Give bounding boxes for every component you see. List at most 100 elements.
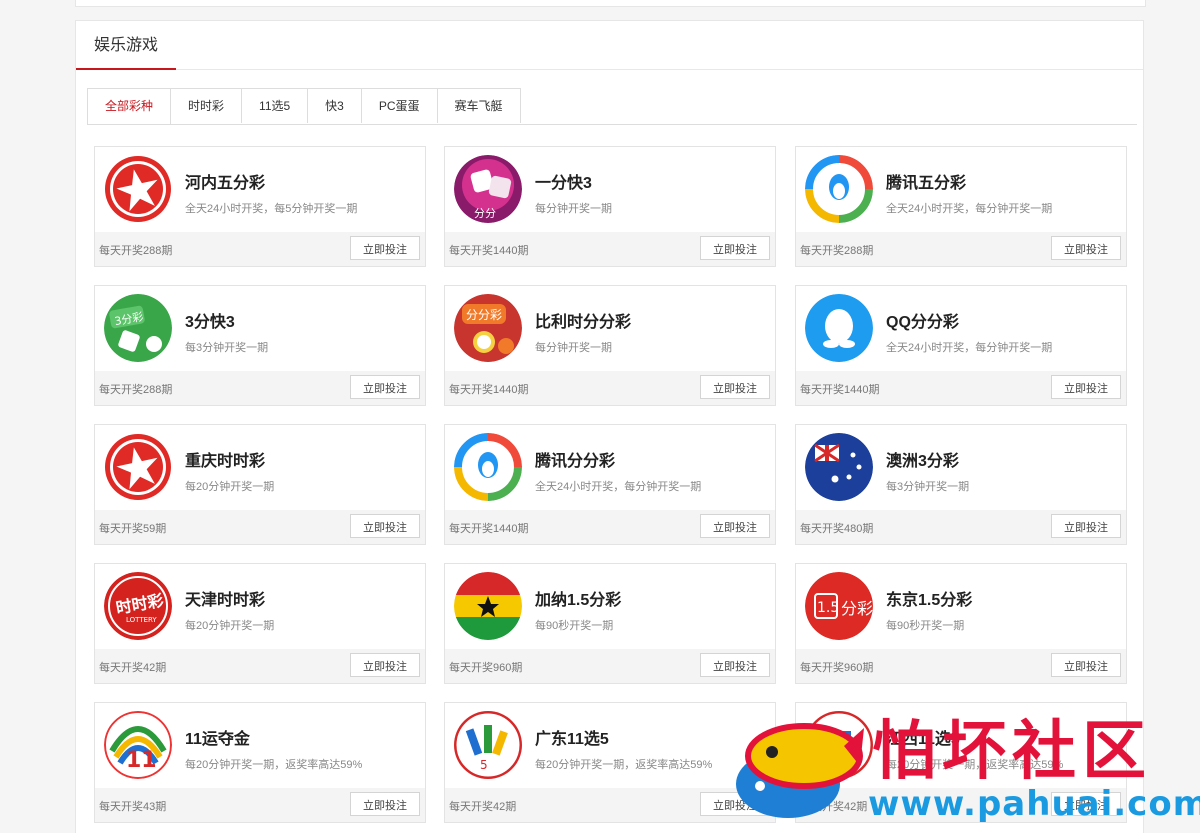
- top-panel-edge: [75, 0, 1146, 7]
- bet-now-button[interactable]: 立即投注: [350, 514, 420, 538]
- card-footer: 每天开奖1440期 立即投注: [796, 371, 1126, 405]
- kuai3-green-icon[interactable]: 3分彩: [104, 294, 172, 362]
- game-name[interactable]: 东京1.5分彩: [886, 586, 972, 610]
- game-name[interactable]: 江西11选5: [886, 725, 960, 749]
- game-name[interactable]: 加纳1.5分彩: [535, 586, 621, 610]
- svg-text:1.5: 1.5: [817, 600, 839, 616]
- tab-all[interactable]: 全部彩种: [87, 88, 172, 124]
- card-footer: 每天开奖1440期 立即投注: [445, 371, 775, 405]
- game-card[interactable]: 江西11选5 每20分钟开奖一期，返奖率高达59% 每天开奖42期 立即投注: [795, 702, 1127, 823]
- tab-shishicai[interactable]: 时时彩: [170, 88, 243, 123]
- game-card[interactable]: 1.5 分彩 东京1.5分彩每90秒开奖一期每天开奖960期 立即投注: [795, 563, 1127, 684]
- card-footer: 每天开奖42期 立即投注: [796, 788, 1126, 822]
- game-card[interactable]: 5 广东11选5 每20分钟开奖一期，返奖率高达59% 每天开奖42期 立即投注: [444, 702, 776, 823]
- daily-draw-count: 每天开奖1440期: [800, 384, 880, 396]
- tencent-icon[interactable]: [454, 433, 522, 501]
- tencent-icon[interactable]: [805, 155, 873, 223]
- bet-now-button[interactable]: 立即投注: [700, 236, 770, 260]
- game-card[interactable]: 河内五分彩全天24小时开奖，每5分钟开奖一期每天开奖288期 立即投注: [94, 146, 426, 267]
- bet-now-button[interactable]: 立即投注: [1051, 236, 1121, 260]
- game-card[interactable]: 加纳1.5分彩每90秒开奖一期每天开奖960期 立即投注: [444, 563, 776, 684]
- card-footer: 每天开奖960期 立即投注: [796, 649, 1126, 683]
- bet-now-button[interactable]: 立即投注: [1051, 514, 1121, 538]
- game-name[interactable]: 一分快3: [535, 169, 592, 193]
- card-footer: 每天开奖43期 立即投注: [95, 788, 425, 822]
- bet-now-button[interactable]: 立即投注: [1051, 653, 1121, 677]
- section-title: 娱乐游戏: [76, 21, 176, 70]
- card-footer: 每天开奖288期 立即投注: [796, 232, 1126, 266]
- card-footer: 每天开奖288期 立即投注: [95, 371, 425, 405]
- tab-11x5[interactable]: 11选5: [241, 88, 309, 123]
- daily-draw-count: 每天开奖960期: [449, 662, 523, 674]
- daily-draw-count: 每天开奖1440期: [449, 384, 529, 396]
- bet-now-button[interactable]: 立即投注: [700, 514, 770, 538]
- svg-text:分彩: 分彩: [841, 599, 873, 618]
- kuai3-pink-icon[interactable]: 分分: [454, 155, 522, 223]
- tab-kuai3[interactable]: 快3: [307, 88, 362, 123]
- fenfencai-icon[interactable]: 分分彩: [454, 294, 522, 362]
- bet-now-button[interactable]: 立即投注: [350, 375, 420, 399]
- game-description: 每分钟开奖一期: [535, 342, 612, 354]
- game-name[interactable]: 比利时分分彩: [535, 308, 631, 332]
- game-name[interactable]: 腾讯分分彩: [535, 447, 615, 471]
- svg-text:分分: 分分: [474, 207, 496, 220]
- game-description: 全天24小时开奖，每5分钟开奖一期: [185, 203, 358, 215]
- daily-draw-count: 每天开奖480期: [800, 523, 874, 535]
- bet-now-button[interactable]: 立即投注: [700, 653, 770, 677]
- game-card[interactable]: 澳洲3分彩每3分钟开奖一期每天开奖480期 立即投注: [795, 424, 1127, 545]
- game-name[interactable]: 重庆时时彩: [185, 447, 265, 471]
- card-footer: 每天开奖1440期 立即投注: [445, 510, 775, 544]
- game-description: 每3分钟开奖一期: [886, 481, 970, 493]
- bet-now-button[interactable]: 立即投注: [700, 792, 770, 816]
- game-description: 全天24小时开奖，每分钟开奖一期: [535, 481, 702, 493]
- bet-now-button[interactable]: 立即投注: [350, 792, 420, 816]
- game-card[interactable]: 时时彩 LOTTERY 天津时时彩 每20分钟开奖一期 每天开奖42期 立即投注: [94, 563, 426, 684]
- game-card[interactable]: 3分彩 3分快3 每3分钟开奖一期 每天开奖288期 立即投注: [94, 285, 426, 406]
- game-card[interactable]: 11 11运夺金 每20分钟开奖一期，返奖率高达59% 每天开奖43期 立即投注: [94, 702, 426, 823]
- 11-colorful-icon[interactable]: 11: [104, 711, 172, 779]
- game-name[interactable]: 腾讯五分彩: [886, 169, 966, 193]
- bet-now-button[interactable]: 立即投注: [350, 653, 420, 677]
- game-card[interactable]: 重庆时时彩 每20分钟开奖一期 每天开奖59期 立即投注: [94, 424, 426, 545]
- game-card[interactable]: 腾讯五分彩全天24小时开奖，每分钟开奖一期每天开奖288期 立即投注: [795, 146, 1127, 267]
- game-name[interactable]: QQ分分彩: [886, 308, 959, 332]
- svg-text:11: 11: [126, 748, 157, 773]
- game-name[interactable]: 澳洲3分彩: [886, 447, 959, 471]
- card-footer: 每天开奖288期 立即投注: [95, 232, 425, 266]
- star-red-icon[interactable]: [104, 155, 172, 223]
- jiangxi-11x5-icon[interactable]: [805, 711, 873, 779]
- game-name[interactable]: 广东11选5: [535, 725, 609, 749]
- game-description: 全天24小时开奖，每分钟开奖一期: [886, 203, 1053, 215]
- daily-draw-count: 每天开奖288期: [99, 245, 173, 257]
- game-name[interactable]: 天津时时彩: [185, 586, 265, 610]
- game-card[interactable]: 腾讯分分彩全天24小时开奖，每分钟开奖一期每天开奖1440期 立即投注: [444, 424, 776, 545]
- card-footer: 每天开奖42期 立即投注: [95, 649, 425, 683]
- qq-penguin-icon[interactable]: [805, 294, 873, 362]
- daily-draw-count: 每天开奖43期: [99, 801, 167, 813]
- bet-now-button[interactable]: 立即投注: [1051, 792, 1121, 816]
- game-card[interactable]: QQ分分彩 全天24小时开奖，每分钟开奖一期 每天开奖1440期 立即投注: [795, 285, 1127, 406]
- tab-pc-dandan[interactable]: PC蛋蛋: [360, 88, 438, 123]
- game-description: 每20分钟开奖一期: [185, 481, 275, 493]
- daily-draw-count: 每天开奖960期: [800, 662, 874, 674]
- game-card[interactable]: 分分彩 比利时分分彩每分钟开奖一期每天开奖1440期 立即投注: [444, 285, 776, 406]
- australia-flag-icon[interactable]: [805, 433, 873, 501]
- game-name[interactable]: 3分快3: [185, 308, 235, 332]
- card-footer: 每天开奖480期 立即投注: [796, 510, 1126, 544]
- bet-now-button[interactable]: 立即投注: [700, 375, 770, 399]
- ghana-flag-icon[interactable]: [454, 572, 522, 640]
- guangdong-11x5-icon[interactable]: 5: [454, 711, 522, 779]
- daily-draw-count: 每天开奖288期: [99, 384, 173, 396]
- bet-now-button[interactable]: 立即投注: [350, 236, 420, 260]
- game-description: 每90秒开奖一期: [886, 620, 965, 632]
- game-name[interactable]: 河内五分彩: [185, 169, 265, 193]
- tokyo-red-icon[interactable]: 1.5 分彩: [805, 572, 873, 640]
- game-description: 每20分钟开奖一期，返奖率高达59%: [535, 759, 713, 771]
- star-red-icon[interactable]: [104, 433, 172, 501]
- tab-racing[interactable]: 赛车飞艇: [436, 88, 521, 123]
- lottery-red-icon[interactable]: 时时彩 LOTTERY: [104, 572, 172, 640]
- game-description: 每90秒开奖一期: [535, 620, 614, 632]
- game-name[interactable]: 11运夺金: [185, 725, 250, 749]
- game-card[interactable]: 分分 一分快3 每分钟开奖一期 每天开奖1440期 立即投注: [444, 146, 776, 267]
- bet-now-button[interactable]: 立即投注: [1051, 375, 1121, 399]
